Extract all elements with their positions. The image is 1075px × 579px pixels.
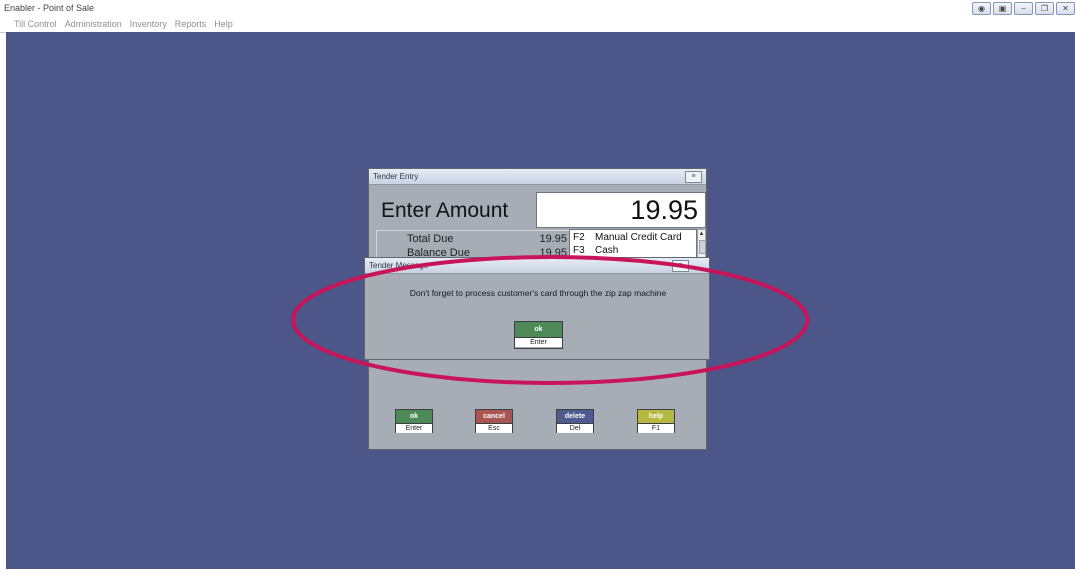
window-controls: ◉ ▣ – ❐ ✕ bbox=[972, 2, 1075, 15]
total-due-value: 19.95 bbox=[539, 233, 567, 245]
tender-name: Cash bbox=[595, 245, 619, 256]
help-button-label: help bbox=[638, 410, 674, 423]
close-button[interactable]: ✕ bbox=[1056, 2, 1075, 15]
tender-message-title: Tender Message bbox=[369, 261, 429, 270]
amount-input[interactable]: 19.95 bbox=[536, 192, 706, 228]
tender-key: F2 bbox=[573, 232, 585, 243]
cancel-button[interactable]: cancel Esc bbox=[475, 409, 513, 433]
tender-key: F3 bbox=[573, 245, 585, 256]
delete-button-key: Del bbox=[557, 423, 593, 433]
list-item[interactable]: F3 Cash bbox=[573, 245, 618, 256]
message-ok-key: Enter bbox=[515, 337, 562, 347]
bottom-strip bbox=[0, 569, 1075, 579]
total-due-row: Total Due 19.95 bbox=[377, 231, 572, 245]
menu-till-control[interactable]: Till Control bbox=[0, 17, 61, 32]
dialog-menu-icon[interactable]: ≡ bbox=[672, 260, 689, 272]
scroll-up-icon[interactable]: ▲ bbox=[698, 230, 705, 238]
list-item[interactable]: F2 Manual Credit Card bbox=[573, 232, 682, 243]
help-button-key: F1 bbox=[638, 423, 674, 433]
help-button[interactable]: help F1 bbox=[637, 409, 675, 433]
menu-reports[interactable]: Reports bbox=[171, 17, 211, 32]
app-titlebar: Enabler - Point of Sale ◉ ▣ – ❐ ✕ bbox=[0, 0, 1075, 17]
message-ok-button[interactable]: ok Enter bbox=[514, 321, 563, 349]
menu-help[interactable]: Help bbox=[210, 17, 237, 32]
tender-name: Manual Credit Card bbox=[595, 232, 682, 243]
scroll-thumb[interactable] bbox=[699, 240, 706, 254]
extra-icon-button-2[interactable]: ▣ bbox=[993, 2, 1012, 15]
tender-type-list[interactable]: F2 Manual Credit Card F3 Cash bbox=[569, 229, 697, 259]
restore-button[interactable]: ❐ bbox=[1035, 2, 1054, 15]
enter-amount-label: Enter Amount bbox=[381, 199, 509, 222]
app-title: Enabler - Point of Sale bbox=[4, 3, 95, 13]
extra-icon-button[interactable]: ◉ bbox=[972, 2, 991, 15]
message-ok-label: ok bbox=[515, 322, 562, 337]
delete-button-label: delete bbox=[557, 410, 593, 423]
menu-inventory[interactable]: Inventory bbox=[126, 17, 171, 32]
menu-administration[interactable]: Administration bbox=[61, 17, 126, 32]
cancel-button-key: Esc bbox=[476, 423, 512, 433]
ok-button-key: Enter bbox=[396, 423, 432, 433]
tender-entry-title: Tender Entry bbox=[373, 172, 419, 181]
ok-button-label: ok bbox=[396, 410, 432, 423]
list-scrollbar[interactable]: ▲ bbox=[697, 229, 706, 259]
dialog-menu-icon[interactable]: ≡ bbox=[685, 171, 702, 183]
delete-button[interactable]: delete Del bbox=[556, 409, 594, 433]
tender-entry-titlebar: Tender Entry ≡ bbox=[369, 169, 706, 185]
tender-message-titlebar: Tender Message ≡ bbox=[365, 258, 709, 274]
tender-message-dialog: Tender Message ≡ Don't forget to process… bbox=[364, 257, 710, 360]
minimize-button[interactable]: – bbox=[1014, 2, 1033, 15]
total-due-label: Total Due bbox=[407, 233, 454, 245]
menu-bar: Till Control Administration Inventory Re… bbox=[0, 17, 1075, 33]
cancel-button-label: cancel bbox=[476, 410, 512, 423]
ok-button[interactable]: ok Enter bbox=[395, 409, 433, 433]
tender-message-text: Don't forget to process customer's card … bbox=[409, 288, 667, 298]
